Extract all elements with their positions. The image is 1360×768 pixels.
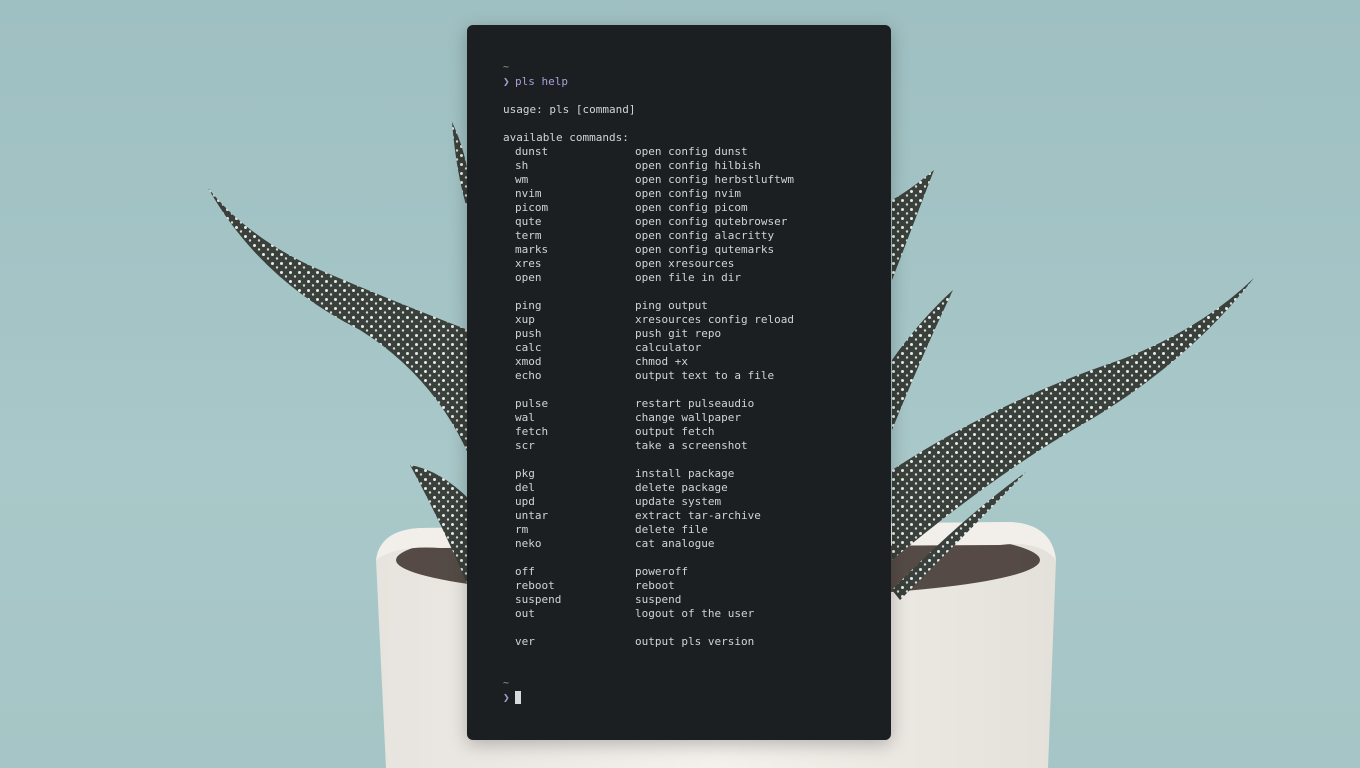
terminal-window[interactable]: ~ ❯ pls help usage: pls [command] availa… — [467, 25, 891, 740]
command-description: output pls version — [635, 635, 755, 648]
command-description: extract tar-archive — [635, 509, 761, 522]
command-name: xup — [515, 313, 535, 326]
command-name: ping — [515, 299, 542, 312]
command-name: echo — [515, 369, 542, 382]
prompt-dir-2: ~ — [503, 678, 510, 689]
command-name: upd — [515, 495, 535, 508]
command-description: restart pulseaudio — [635, 397, 755, 410]
command-description: open config herbstluftwm — [635, 173, 794, 186]
command-description: xresources config reload — [635, 313, 794, 326]
command-name: marks — [515, 243, 549, 256]
command-description: ping output — [635, 299, 708, 312]
command-name: picom — [515, 201, 549, 214]
command-name: pkg — [515, 467, 535, 480]
command-name: dunst — [515, 145, 549, 158]
command-name: calc — [515, 341, 542, 354]
command-description: delete package — [635, 481, 728, 494]
command-name: open — [515, 271, 542, 284]
command-name: term — [515, 229, 542, 242]
command-description: open config qutemarks — [635, 243, 775, 256]
command-description: reboot — [635, 579, 675, 592]
command-description: output text to a file — [635, 369, 775, 382]
prompt-dir: ~ — [503, 62, 510, 73]
command-name: nvim — [515, 187, 542, 200]
prompt-symbol-2: ❯ — [503, 691, 510, 704]
command-description: chmod +x — [635, 355, 688, 368]
command-name: neko — [515, 537, 542, 550]
command-description: delete file — [635, 523, 708, 536]
command-name: sh — [515, 159, 529, 172]
command-name: fetch — [515, 425, 549, 438]
command-description: open file in dir — [635, 271, 741, 284]
command-description: open config dunst — [635, 145, 748, 158]
command-description: calculator — [635, 341, 702, 354]
command-name: xres — [515, 257, 542, 270]
command-name: push — [515, 327, 542, 340]
available-commands-header: available commands: — [503, 131, 629, 144]
command-description: change wallpaper — [635, 411, 741, 424]
command-description: open config nvim — [635, 187, 741, 200]
command-name: scr — [515, 439, 535, 452]
usage-text: usage: pls [command] — [503, 103, 636, 116]
command-name: ver — [515, 635, 535, 648]
command-name: wm — [515, 173, 529, 186]
command-description: poweroff — [635, 565, 688, 578]
command-description: open xresources — [635, 257, 735, 270]
prompt-symbol: ❯ — [503, 75, 510, 88]
command-name: out — [515, 607, 535, 620]
command-description: take a screenshot — [635, 439, 748, 452]
command-name: suspend — [515, 593, 562, 606]
command-description: install package — [635, 467, 735, 480]
command-description: cat analogue — [635, 537, 715, 550]
text-cursor — [515, 691, 521, 704]
command-input: pls help — [515, 75, 568, 88]
command-name: reboot — [515, 579, 555, 592]
command-description: open config hilbish — [635, 159, 761, 172]
command-description: open config picom — [635, 201, 748, 214]
command-name: xmod — [515, 355, 542, 368]
command-name: del — [515, 481, 535, 494]
command-name: pulse — [515, 397, 549, 410]
command-name: off — [515, 565, 535, 578]
command-name: untar — [515, 509, 549, 522]
command-description: output fetch — [635, 425, 715, 438]
command-name: wal — [515, 411, 535, 424]
command-description: logout of the user — [635, 607, 755, 620]
command-description: open config alacritty — [635, 229, 775, 242]
command-name: qute — [515, 215, 542, 228]
command-description: update system — [635, 495, 722, 508]
command-description: suspend — [635, 593, 682, 606]
command-description: open config qutebrowser — [635, 215, 788, 228]
command-description: push git repo — [635, 327, 722, 340]
command-name: rm — [515, 523, 529, 536]
